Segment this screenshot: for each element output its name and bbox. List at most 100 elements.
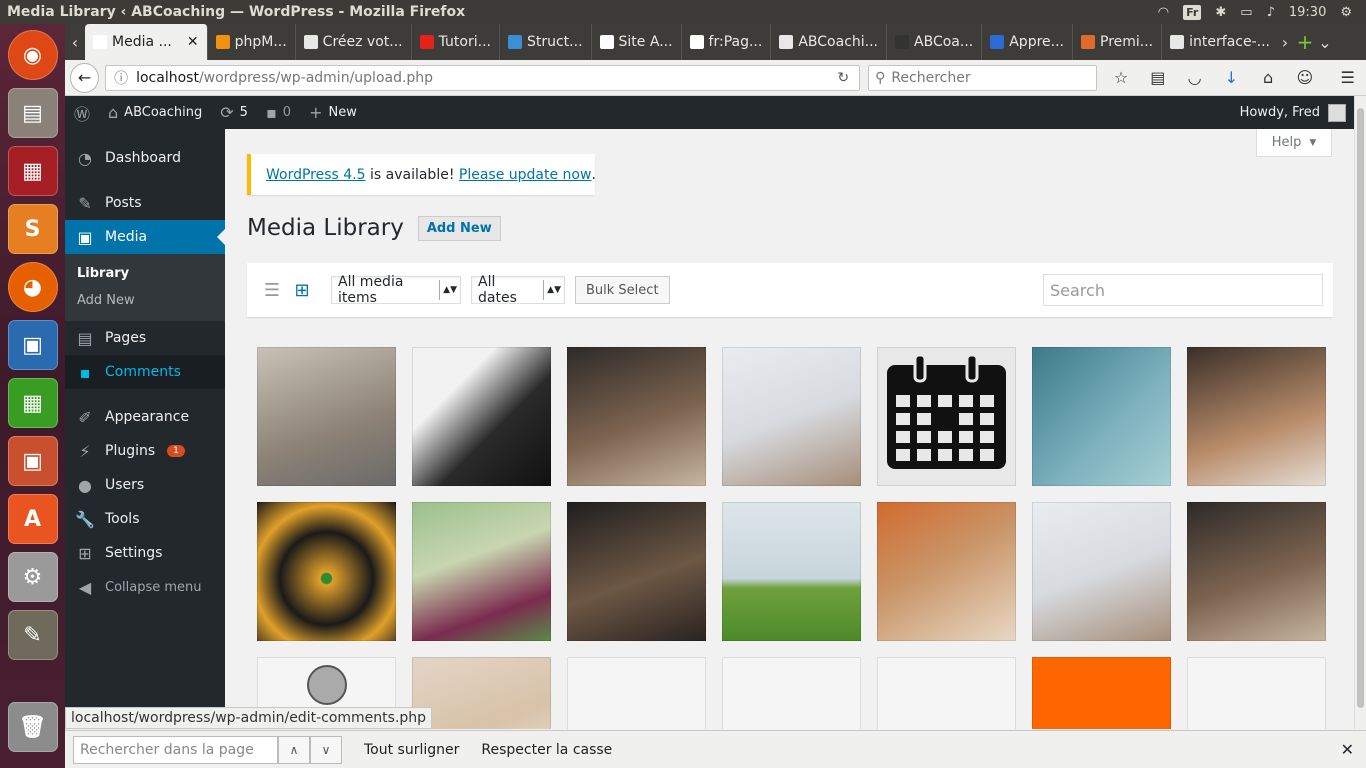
- reading-list-icon[interactable]: ▤: [1139, 68, 1176, 87]
- ubuntu-dash-icon[interactable]: ◉: [7, 30, 58, 80]
- media-thumbnail-leather-notebook[interactable]: [567, 502, 706, 641]
- tab-scroll-left-icon[interactable]: ‹: [65, 33, 85, 52]
- media-thumbnail-paper-chain[interactable]: [1032, 347, 1171, 486]
- sidebar-item-tools[interactable]: 🔧 Tools: [65, 502, 225, 536]
- browser-tab[interactable]: Appre...: [982, 24, 1073, 60]
- reload-icon[interactable]: ↻: [837, 70, 859, 86]
- new-content-link[interactable]: + New: [300, 96, 366, 129]
- scrollbar-thumb[interactable]: [1357, 108, 1364, 708]
- sidebar-item-media[interactable]: ▣ Media: [65, 220, 225, 254]
- add-new-button[interactable]: Add New: [417, 215, 501, 241]
- find-previous-button[interactable]: ∧: [278, 735, 310, 764]
- media-thumbnail-hands-gesture[interactable]: [412, 657, 551, 729]
- sublime-text-icon[interactable]: S: [7, 204, 58, 254]
- pocket-icon[interactable]: ◡: [1176, 68, 1213, 87]
- help-tab-button[interactable]: Help ▼: [1256, 129, 1332, 157]
- keyboard-layout-indicator[interactable]: Fr: [1183, 4, 1202, 20]
- close-findbar-icon[interactable]: ✕: [1341, 740, 1354, 759]
- libreoffice-calc-icon[interactable]: ▦: [7, 378, 58, 428]
- browser-tab[interactable]: Struct...: [500, 24, 592, 60]
- media-thumbnail-woman-portrait[interactable]: [257, 347, 396, 486]
- browser-tab[interactable]: fr:Pag...: [682, 24, 772, 60]
- comments-link[interactable]: ▪ 0: [257, 96, 300, 129]
- url-bar[interactable]: ⓘ localhost/wordpress/wp-admin/upload.ph…: [105, 64, 861, 91]
- grid-view-icon[interactable]: ⊞: [291, 279, 313, 301]
- find-next-button[interactable]: ∨: [310, 735, 342, 764]
- tab-list-dropdown-icon[interactable]: ⌄: [1315, 33, 1335, 52]
- libreoffice-impress-icon[interactable]: ▣: [7, 436, 58, 486]
- clock[interactable]: 19:30: [1289, 5, 1326, 20]
- browser-tab[interactable]: Premi...: [1073, 24, 1163, 60]
- downloads-icon[interactable]: ↓: [1213, 68, 1250, 87]
- browser-tab[interactable]: phpM...: [208, 24, 296, 60]
- browser-search-box[interactable]: ⚲ Rechercher: [868, 64, 1097, 91]
- system-settings-icon[interactable]: ⚙: [7, 552, 58, 602]
- browser-tab[interactable]: Tutori...: [412, 24, 500, 60]
- menu-hamburger-icon[interactable]: ☰: [1329, 68, 1366, 87]
- updates-link[interactable]: ⟳ 5: [211, 96, 257, 129]
- volume-icon[interactable]: ♪: [1267, 5, 1275, 20]
- bulk-select-button[interactable]: Bulk Select: [575, 276, 670, 304]
- site-name-link[interactable]: ⌂ ABCoaching: [99, 96, 211, 129]
- media-search-input[interactable]: Search: [1043, 274, 1323, 306]
- media-thumbnail-tree-field[interactable]: [722, 502, 861, 641]
- media-thumbnail-hands-notebook[interactable]: [567, 347, 706, 486]
- back-button[interactable]: ←: [70, 62, 100, 93]
- wp-logo-icon[interactable]: Ⓦ: [65, 96, 99, 129]
- terminal-icon[interactable]: ▦: [7, 146, 58, 196]
- find-input[interactable]: Rechercher dans la page: [73, 735, 278, 764]
- sidebar-item-users[interactable]: ● Users: [65, 468, 225, 502]
- tab-scroll-right-icon[interactable]: ›: [1275, 33, 1295, 52]
- browser-tab[interactable]: Media ... ✕: [85, 24, 208, 60]
- media-thumbnail-team-meeting[interactable]: [722, 347, 861, 486]
- update-now-link[interactable]: Please update now: [459, 167, 592, 183]
- media-thumbnail-orange-chair-desk[interactable]: [877, 502, 1016, 641]
- libreoffice-writer-icon[interactable]: ▣: [7, 320, 58, 370]
- sidebar-item-settings[interactable]: ⊞ Settings: [65, 536, 225, 570]
- sidebar-item-posts[interactable]: ✎ Posts: [65, 186, 225, 220]
- media-thumbnail-gk-tech-logo[interactable]: G K TECHN: [567, 657, 706, 729]
- media-thumbnail-dartboard[interactable]: [257, 502, 396, 641]
- new-tab-icon[interactable]: +: [1295, 30, 1315, 54]
- page-scrollbar[interactable]: [1354, 96, 1366, 729]
- media-type-filter[interactable]: All media items ▲▼: [331, 274, 461, 306]
- media-thumbnail-laptop-watch[interactable]: [412, 347, 551, 486]
- sidebar-item-dashboard[interactable]: ◔ Dashboard: [65, 141, 225, 175]
- collapse-menu-button[interactable]: ◀ Collapse menu: [65, 570, 225, 604]
- submenu-add-new[interactable]: Add New: [65, 287, 225, 314]
- browser-tab[interactable]: ABCoachi...: [771, 24, 888, 60]
- battery-icon[interactable]: ▭: [1240, 5, 1252, 20]
- close-tab-icon[interactable]: ✕: [187, 34, 199, 50]
- media-thumbnail-team-meeting-2[interactable]: [1032, 502, 1171, 641]
- sidebar-item-pages[interactable]: ▤ Pages: [65, 321, 225, 355]
- media-thumbnail-faculte-metiers-logo[interactable]: Faculté des Métiers: [1187, 657, 1326, 729]
- trash-icon[interactable]: 🗑: [7, 702, 58, 752]
- firefox-icon[interactable]: ◕: [7, 262, 58, 312]
- sidebar-item-plugins[interactable]: ⚡ Plugins 1: [65, 434, 225, 468]
- media-thumbnail-desk-drinks[interactable]: [1187, 347, 1326, 486]
- wordpress-version-link[interactable]: WordPress 4.5: [266, 167, 366, 183]
- submenu-library[interactable]: Library: [65, 260, 225, 287]
- match-case-toggle[interactable]: Respecter la casse: [481, 742, 612, 758]
- media-thumbnail-orange-square[interactable]: [1032, 657, 1171, 729]
- home-icon[interactable]: ⌂: [1250, 68, 1287, 87]
- date-filter[interactable]: All dates ▲▼: [471, 274, 565, 306]
- browser-tab[interactable]: Créez vot...: [296, 24, 412, 60]
- info-icon[interactable]: ⓘ: [114, 68, 128, 88]
- list-view-icon[interactable]: ☰: [261, 279, 283, 301]
- bookmark-star-icon[interactable]: ☆: [1103, 68, 1140, 87]
- sidebar-item-appearance[interactable]: ✐ Appearance: [65, 400, 225, 434]
- bluetooth-icon[interactable]: ✱: [1215, 5, 1226, 20]
- media-thumbnail-sante-famille-logo[interactable]: santé famille: [877, 657, 1016, 729]
- wifi-icon[interactable]: ◠: [1158, 5, 1169, 20]
- media-thumbnail-tulips[interactable]: [412, 502, 551, 641]
- media-thumbnail-ifg-logo[interactable]: IFG: [722, 657, 861, 729]
- gimp-icon[interactable]: ✎: [7, 610, 58, 660]
- software-center-icon[interactable]: A: [7, 494, 58, 544]
- media-thumbnail-calendar-icon[interactable]: [877, 347, 1016, 486]
- media-thumbnail-hands-notebook-2[interactable]: [1187, 502, 1326, 641]
- highlight-all-toggle[interactable]: Tout surligner: [364, 742, 459, 758]
- chat-icon[interactable]: ☺: [1286, 68, 1323, 87]
- browser-tab[interactable]: interface-...: [1162, 24, 1275, 60]
- power-gear-icon[interactable]: ⚙: [1340, 5, 1352, 20]
